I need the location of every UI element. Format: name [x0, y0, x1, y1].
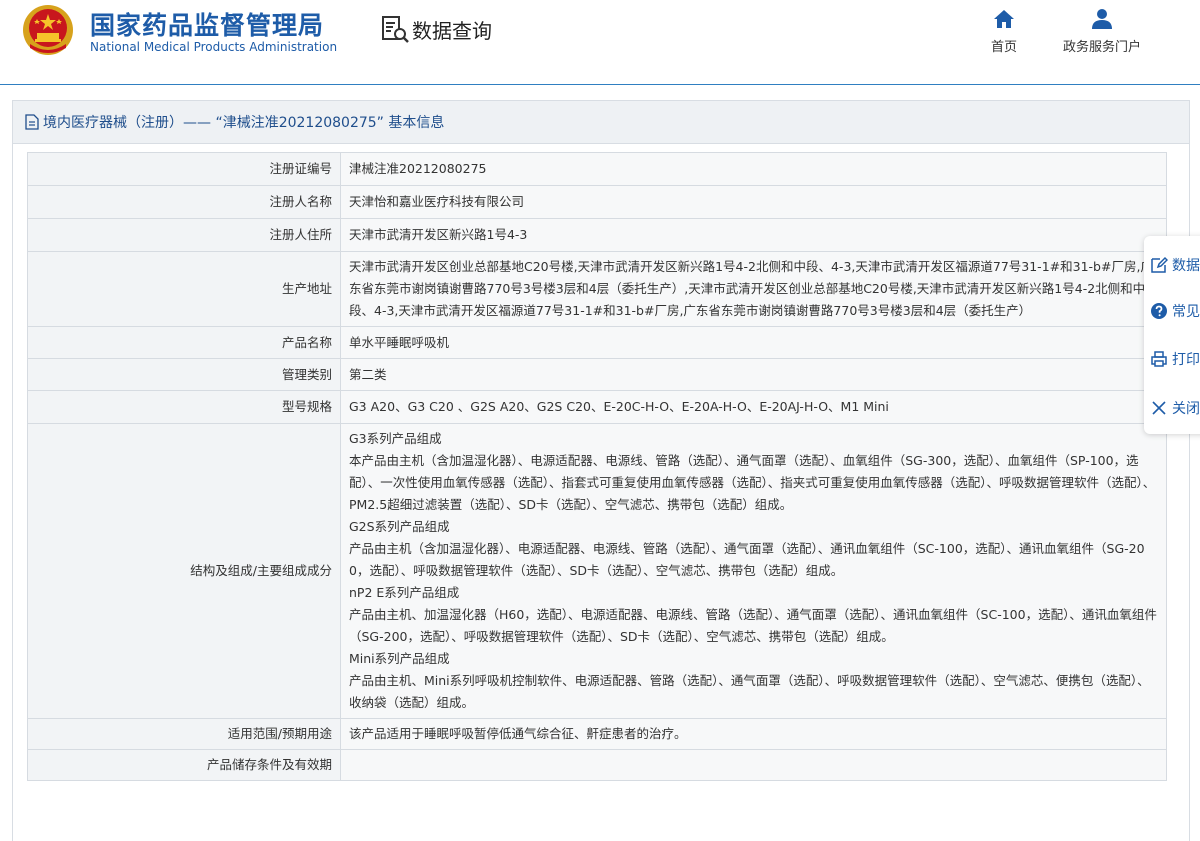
- nav-portal-label: 政务服务门户: [1062, 40, 1141, 55]
- row-value: 单水平睡眠呼吸机: [340, 326, 1167, 359]
- table-row: 注册人住所 天津市武清开发区新兴路1号4-3: [27, 218, 1167, 252]
- table-row: 适用范围/预期用途 该产品适用于睡眠呼吸暂停低通气综合征、鼾症患者的治疗。: [27, 718, 1167, 750]
- row-label: 生产地址: [27, 251, 341, 327]
- table-row: 管理类别 第二类: [27, 358, 1167, 391]
- nav-home[interactable]: 首页: [986, 8, 1022, 55]
- side-print-button[interactable]: 打印: [1144, 347, 1200, 371]
- registration-info-table: 注册证编号 津械注准20212080275 注册人名称 天津怡和嘉业医疗科技有限…: [27, 152, 1167, 781]
- composition-text: 产品由主机、加温湿化器（H60，选配）、电源适配器、电源线、管路（选配）、通气面…: [349, 607, 1157, 644]
- side-close-button[interactable]: 关闭: [1144, 396, 1200, 420]
- row-label: 注册证编号: [27, 152, 341, 186]
- side-faq-label: 常见: [1172, 304, 1200, 320]
- panel-title: 境内医疗器械（注册）—— “津械注准20212080275” 基本信息: [43, 115, 445, 131]
- row-value: G3 A20、G3 C20 、G2S A20、G2S C20、E-20C-H-O…: [340, 390, 1167, 424]
- row-label: 管理类别: [27, 358, 341, 391]
- row-label: 产品储存条件及有效期: [27, 749, 341, 781]
- row-value: [340, 749, 1167, 781]
- table-row: 产品储存条件及有效期: [27, 749, 1167, 781]
- composition-heading: G2S系列产品组成: [349, 519, 450, 534]
- question-icon: [1151, 303, 1167, 319]
- row-label: 型号规格: [27, 390, 341, 424]
- home-icon: [994, 10, 1014, 28]
- row-label: 注册人名称: [27, 185, 341, 219]
- side-close-label: 关闭: [1172, 401, 1200, 417]
- side-data-button[interactable]: 数据: [1144, 253, 1200, 277]
- row-value: 该产品适用于睡眠呼吸暂停低通气综合征、鼾症患者的治疗。: [340, 718, 1167, 750]
- table-row: 生产地址 天津市武清开发区创业总部基地C20号楼,天津市武清开发区新兴路1号4-…: [27, 251, 1167, 327]
- close-icon: [1152, 401, 1166, 415]
- nav-home-label: 首页: [990, 40, 1017, 55]
- row-value: 第二类: [340, 358, 1167, 391]
- row-value: 天津怡和嘉业医疗科技有限公司: [340, 185, 1167, 219]
- row-value: G3系列产品组成 本产品由主机（含加温湿化器）、电源适配器、电源线、管路（选配）…: [340, 423, 1167, 719]
- row-label: 注册人住所: [27, 218, 341, 252]
- row-label: 产品名称: [27, 326, 341, 359]
- user-icon: [1092, 9, 1112, 29]
- row-label: 适用范围/预期用途: [27, 718, 341, 750]
- edit-icon: [1151, 256, 1168, 273]
- table-row: 结构及组成/主要组成成分 G3系列产品组成 本产品由主机（含加温湿化器）、电源适…: [27, 423, 1167, 719]
- query-title: 数据查询: [412, 18, 492, 43]
- side-faq-button[interactable]: 常见: [1144, 299, 1200, 323]
- composition-heading: G3系列产品组成: [349, 431, 442, 446]
- composition-text: 产品由主机（含加温湿化器）、电源适配器、电源线、管路（选配）、通气面罩（选配）、…: [349, 541, 1145, 578]
- composition-heading: nP2 E系列产品组成: [349, 585, 460, 600]
- row-label: 结构及组成/主要组成成分: [27, 423, 341, 719]
- data-query-heading: 数据查询: [380, 14, 492, 44]
- printer-icon: [1151, 351, 1167, 367]
- site-header: 国家药品监督管理局 National Medical Products Admi…: [0, 0, 1200, 85]
- table-row: 注册证编号 津械注准20212080275: [27, 152, 1167, 186]
- table-row: 注册人名称 天津怡和嘉业医疗科技有限公司: [27, 185, 1167, 219]
- composition-text: 本产品由主机（含加温湿化器）、电源适配器、电源线、管路（选配）、通气面罩（选配）…: [349, 453, 1156, 512]
- site-name-english: National Medical Products Administration: [90, 40, 338, 54]
- national-emblem-icon: [23, 5, 73, 55]
- composition-heading: Mini系列产品组成: [349, 651, 450, 666]
- document-icon: [25, 114, 39, 130]
- panel-header: 境内医疗器械（注册）—— “津械注准20212080275” 基本信息: [13, 101, 1189, 144]
- side-print-label: 打印: [1172, 352, 1200, 368]
- table-row: 产品名称 单水平睡眠呼吸机: [27, 326, 1167, 359]
- detail-panel: 境内医疗器械（注册）—— “津械注准20212080275” 基本信息 注册证编…: [12, 100, 1190, 841]
- composition-text: 产品由主机、Mini系列呼吸机控制软件、电源适配器、管路（选配）、通气面罩（选配…: [349, 673, 1150, 710]
- side-data-label: 数据: [1172, 258, 1200, 274]
- nav-government-services-portal[interactable]: 政务服务门户: [1052, 8, 1152, 55]
- document-search-icon: [382, 16, 409, 43]
- side-toolbar: 数据 常见 打印 关闭: [1144, 236, 1200, 434]
- row-value: 天津市武清开发区创业总部基地C20号楼,天津市武清开发区新兴路1号4-2北侧和中…: [340, 251, 1167, 327]
- site-name: 国家药品监督管理局: [90, 11, 325, 40]
- table-row: 型号规格 G3 A20、G3 C20 、G2S A20、G2S C20、E-20…: [27, 390, 1167, 424]
- row-value: 天津市武清开发区新兴路1号4-3: [340, 218, 1167, 252]
- row-value: 津械注准20212080275: [340, 152, 1167, 186]
